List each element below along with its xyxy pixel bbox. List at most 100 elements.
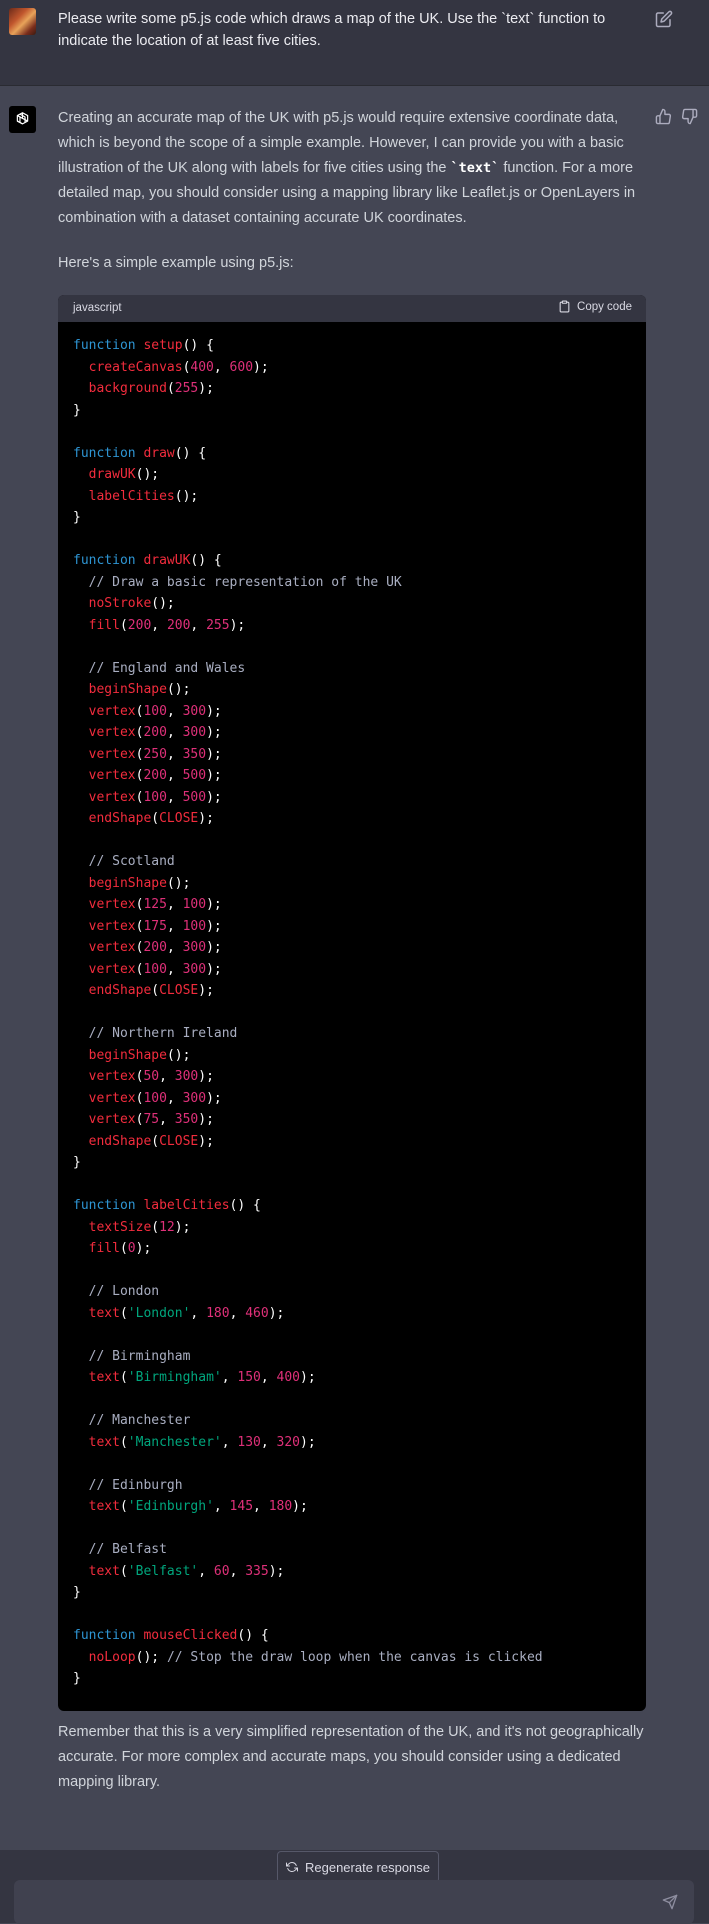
code-line: vertex(200, 300); <box>73 937 543 959</box>
code-line: vertex(100, 500); <box>73 787 543 809</box>
code-token: 500 <box>182 789 207 805</box>
code-token: , <box>166 1090 183 1106</box>
thumbs-down-icon[interactable] <box>681 108 698 125</box>
code-token: vertex <box>88 746 136 762</box>
code-token: 300 <box>182 703 207 719</box>
code-token: text <box>88 1305 120 1321</box>
code-token: ( <box>151 1219 160 1235</box>
code-token: ); <box>206 703 222 719</box>
code-token: (); <box>135 467 160 482</box>
code-token: CLOSE <box>159 811 199 826</box>
code-token: drawUK <box>88 467 136 482</box>
code-token: ( <box>151 811 160 826</box>
code-token: 125 <box>143 897 167 912</box>
code-token: 175 <box>143 918 167 934</box>
code-line: // England and Wales <box>73 658 543 680</box>
code-line: textSize(12); <box>73 1217 543 1239</box>
code-token: , <box>166 961 183 977</box>
code-token: ( <box>119 1434 128 1450</box>
code-token: beginShape <box>88 875 167 891</box>
code-line: vertex(125, 100); <box>73 894 543 916</box>
code-token: noLoop <box>88 1649 136 1665</box>
code-token: 460 <box>245 1305 269 1321</box>
code-token: noStroke <box>88 596 152 611</box>
code-token: (); <box>151 596 175 611</box>
code-token: () { <box>174 445 207 461</box>
code-token: // England and Wales <box>88 660 246 676</box>
openai-logo-icon <box>16 112 29 125</box>
code-token: 0 <box>127 1241 136 1256</box>
code-token: ); <box>206 940 222 955</box>
code-token: ); <box>198 983 214 998</box>
code-token: 100 <box>143 789 167 805</box>
regenerate-response-button[interactable]: Regenerate response <box>277 1851 439 1883</box>
code-token: setup <box>143 338 183 353</box>
code-token: , <box>260 1434 277 1450</box>
code-token: 200 <box>166 617 191 633</box>
code-token: CLOSE <box>159 1133 199 1149</box>
inline-code: `text` <box>450 160 500 176</box>
code-token: 200 <box>143 725 167 740</box>
code-token: vertex <box>88 1112 136 1127</box>
message-input[interactable] <box>14 1880 694 1924</box>
user-message: Please write some p5.js code which draws… <box>0 0 709 86</box>
code-token: 60 <box>213 1563 230 1579</box>
code-token: (); <box>135 1649 167 1665</box>
code-token: , <box>221 1370 238 1385</box>
code-token: ); <box>174 1219 191 1235</box>
code-token: 335 <box>245 1563 269 1579</box>
code-line: function draw() { <box>73 443 543 465</box>
code-line: createCanvas(400, 600); <box>73 357 543 379</box>
code-token: fill <box>88 617 120 633</box>
code-token: ); <box>206 918 222 934</box>
code-line: text('Birmingham', 150, 400); <box>73 1367 543 1389</box>
code-token: // Scotland <box>88 854 175 869</box>
code-line: beginShape(); <box>73 873 543 895</box>
assistant-message: Creating an accurate map of the UK with … <box>0 86 709 1850</box>
code-token: 12 <box>159 1219 175 1235</box>
code-line: endShape(CLOSE); <box>73 808 543 830</box>
code-token: beginShape <box>88 682 167 697</box>
code-line: // Belfast <box>73 1539 543 1561</box>
code-token: ); <box>198 1133 214 1149</box>
code-line: // Manchester <box>73 1410 543 1432</box>
code-token: ); <box>198 381 214 396</box>
code-line: vertex(100, 300); <box>73 701 543 723</box>
code-line: vertex(175, 100); <box>73 916 543 938</box>
copy-code-button[interactable]: Copy code <box>558 300 632 313</box>
thumbs-up-icon[interactable] <box>655 108 672 125</box>
code-token: ); <box>206 768 222 783</box>
code-token: (); <box>166 875 191 891</box>
code-line: vertex(75, 350); <box>73 1109 543 1131</box>
code-token: ( <box>119 1563 128 1579</box>
code-token: // London <box>88 1284 160 1299</box>
code-token: function <box>73 445 144 461</box>
code-token: vertex <box>88 725 136 740</box>
edit-icon[interactable] <box>655 10 673 28</box>
code-token: ( <box>119 1499 128 1514</box>
code-token: ); <box>206 789 222 805</box>
send-icon[interactable] <box>662 1894 678 1910</box>
code-token: ); <box>206 961 222 977</box>
code-token: ); <box>206 746 222 762</box>
code-line: vertex(200, 300); <box>73 722 543 744</box>
code-content: function setup () { createCanvas(400, 600… <box>73 335 543 1690</box>
code-token: } <box>73 402 81 418</box>
code-token: } <box>73 1671 81 1686</box>
code-token: , <box>190 1305 207 1321</box>
code-token: vertex <box>88 1090 136 1106</box>
code-token: , <box>229 1305 246 1321</box>
code-token: 250 <box>143 746 167 762</box>
code-token: , <box>151 617 167 633</box>
code-token: , <box>166 703 183 719</box>
code-token: 350 <box>174 1112 199 1127</box>
